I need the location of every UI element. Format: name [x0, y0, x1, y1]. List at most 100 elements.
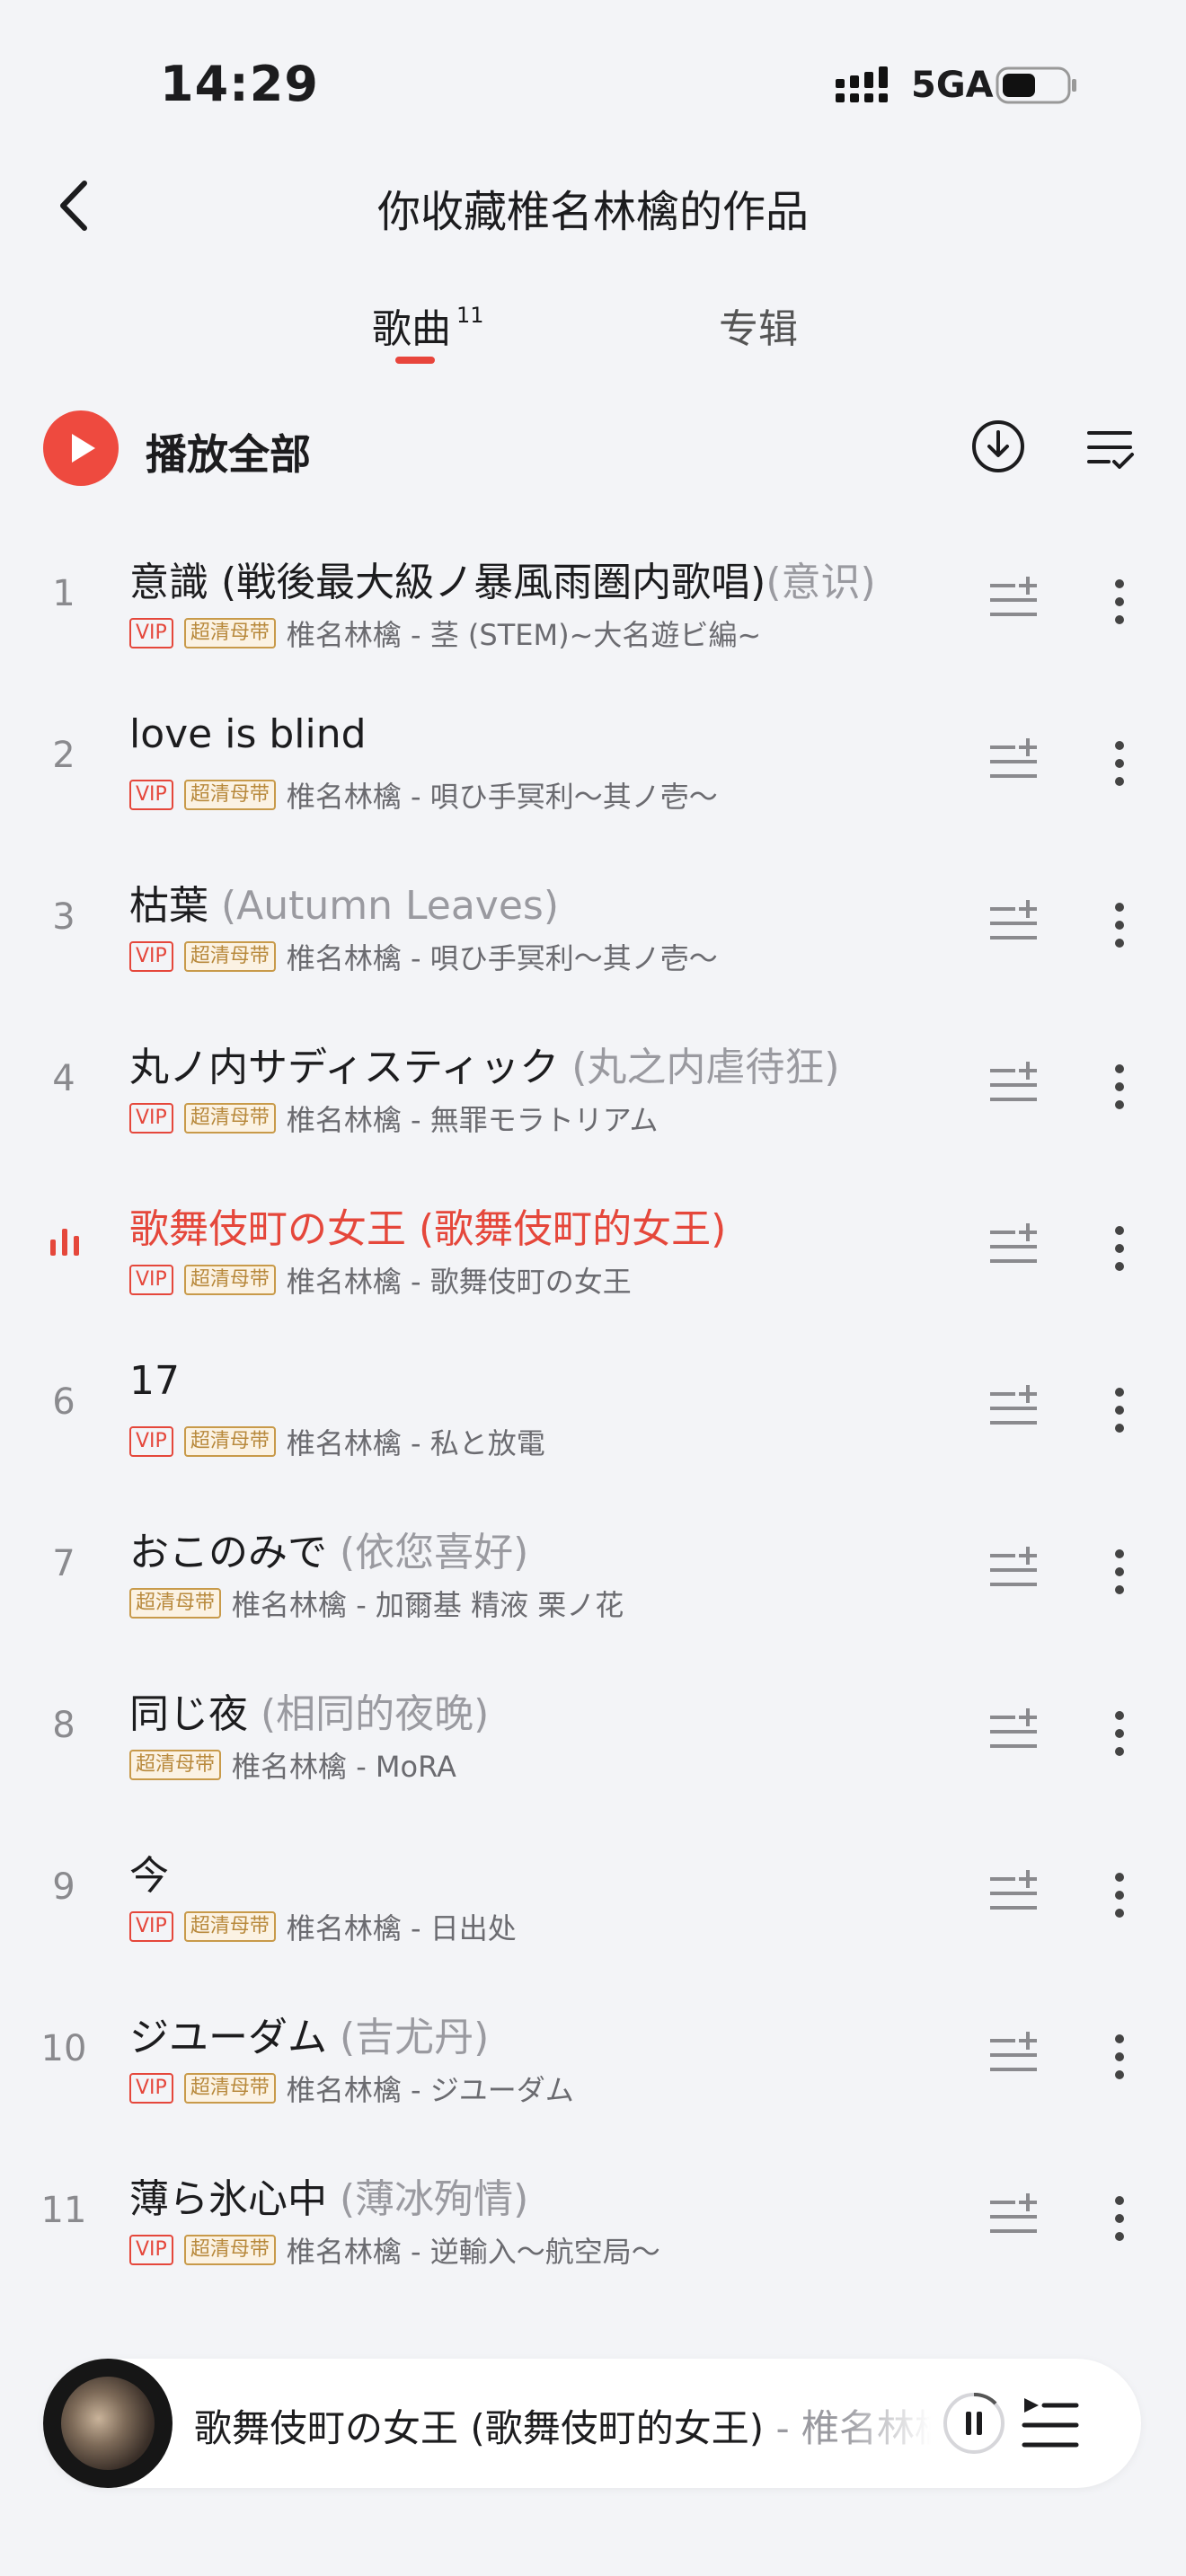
vip-badge: VIP	[129, 941, 173, 972]
hq-badge: 超清母带	[183, 941, 276, 972]
song-row[interactable]: 8 同じ夜 (相同的夜晚) 超清母带 椎名林檎 - MoRA	[0, 1662, 1186, 1823]
more-icon[interactable]	[1112, 900, 1127, 950]
song-title: おこのみで (依您喜好)	[129, 1520, 938, 1577]
song-meta: VIP 超清母带 椎名林檎 - 私と放電	[129, 1421, 545, 1462]
song-meta: VIP 超清母带 椎名林檎 - 唄ひ手冥利～其ノ壱～	[129, 936, 718, 977]
add-to-playlist-icon[interactable]	[988, 1870, 1039, 1917]
more-icon[interactable]	[1112, 1223, 1127, 1274]
song-title-text: 今	[129, 1853, 169, 1899]
add-to-playlist-icon[interactable]	[988, 2032, 1039, 2078]
song-title: 同じ夜 (相同的夜晚)	[129, 1681, 938, 1739]
song-title: 今	[129, 1843, 938, 1901]
song-row[interactable]: 2 love is blind VIP 超清母带 椎名林檎 - 唄ひ手冥利～其ノ壱～	[0, 692, 1186, 853]
song-row[interactable]: 6 17 VIP 超清母带 椎名林檎 - 私と放電	[0, 1338, 1186, 1500]
tab-albums[interactable]: 专辑	[719, 296, 798, 354]
song-index: 8	[52, 1705, 75, 1746]
hq-badge: 超清母带	[183, 2073, 276, 2104]
song-info: 椎名林檎 - ジユーダム	[286, 2073, 574, 2107]
play-icon	[72, 434, 95, 463]
add-to-playlist-icon[interactable]	[988, 1385, 1039, 1432]
song-info: 椎名林檎 - 無罪モラトリアム	[286, 1103, 659, 1137]
song-meta: VIP 超清母带 椎名林檎 - 唄ひ手冥利～其ノ壱～	[129, 774, 718, 816]
song-row[interactable]: 7 おこのみで (依您喜好) 超清母带 椎名林檎 - 加爾基 精液 栗ノ花	[0, 1500, 1186, 1662]
network-type: 5GA	[911, 65, 994, 106]
song-index: 6	[52, 1381, 75, 1423]
song-title: 枯葉 (Autumn Leaves)	[129, 873, 938, 931]
signal-icon	[836, 66, 888, 102]
song-subtitle: (薄冰殉情)	[340, 2176, 529, 2222]
tab-songs-label: 歌曲	[372, 306, 451, 352]
song-meta: 超清母带 椎名林檎 - 加爾基 精液 栗ノ花	[129, 1583, 624, 1624]
add-to-playlist-icon[interactable]	[988, 1223, 1039, 1270]
song-subtitle: (歌舞伎町的女王)	[419, 1206, 727, 1252]
song-subtitle: (Autumn Leaves)	[221, 883, 559, 929]
song-row[interactable]: 9 今 VIP 超清母带 椎名林檎 - 日出处	[0, 1823, 1186, 1985]
now-playing-artist: - 椎名林檎	[775, 2406, 931, 2450]
song-meta: VIP 超清母带 椎名林檎 - 逆輸入～航空局～	[129, 2229, 660, 2271]
hq-badge: 超清母带	[183, 1103, 276, 1134]
song-meta: VIP 超清母带 椎名林檎 - 歌舞伎町の女王	[129, 1259, 632, 1301]
now-playing-text: 歌舞伎町の女王 (歌舞伎町的女王) - 椎名林檎	[194, 2398, 931, 2453]
playlist-icon[interactable]	[1019, 2393, 1082, 2456]
add-to-playlist-icon[interactable]	[988, 900, 1039, 947]
song-subtitle: (依您喜好)	[340, 1530, 529, 1575]
song-row[interactable]: 10 ジユーダム (吉尤丹) VIP 超清母带 椎名林檎 - ジユーダム	[0, 1985, 1186, 2147]
song-info: 椎名林檎 - 茎 (STEM)~大名遊ビ編~	[286, 618, 762, 652]
song-meta: VIP 超清母带 椎名林檎 - 日出处	[129, 1906, 517, 1947]
vip-badge: VIP	[129, 1103, 173, 1134]
tab-songs[interactable]: 歌曲 11	[372, 296, 484, 354]
more-icon[interactable]	[1112, 1062, 1127, 1112]
add-to-playlist-icon[interactable]	[988, 1062, 1039, 1108]
download-icon[interactable]	[970, 419, 1026, 474]
song-title-text: 薄ら氷心中	[129, 2176, 340, 2222]
play-all-button[interactable]	[43, 410, 119, 486]
more-icon[interactable]	[1112, 577, 1127, 627]
song-meta: VIP 超清母带 椎名林檎 - 無罪モラトリアム	[129, 1098, 658, 1139]
more-icon[interactable]	[1112, 1385, 1127, 1435]
mini-player[interactable]: 歌舞伎町の女王 (歌舞伎町的女王) - 椎名林檎	[43, 2359, 1141, 2488]
song-row[interactable]: 4 丸ノ内サディスティック (丸之内虐待狂) VIP 超清母带 椎名林檎 - 無罪モ…	[0, 1015, 1186, 1177]
song-index: 1	[52, 573, 75, 614]
song-title-text: ジユーダム	[129, 2015, 340, 2060]
vip-badge: VIP	[129, 780, 173, 810]
song-row[interactable]: 3 枯葉 (Autumn Leaves) VIP 超清母带 椎名林檎 - 唄ひ手冥利…	[0, 853, 1186, 1015]
song-meta: VIP 超清母带 椎名林檎 - 茎 (STEM)~大名遊ビ編~	[129, 613, 761, 654]
hq-badge: 超清母带	[183, 780, 276, 810]
add-to-playlist-icon[interactable]	[988, 1547, 1039, 1593]
song-meta: 超清母带 椎名林檎 - MoRA	[129, 1744, 456, 1786]
add-to-playlist-icon[interactable]	[988, 2193, 1039, 2240]
more-icon[interactable]	[1112, 1708, 1127, 1759]
pause-icon[interactable]	[942, 2391, 1006, 2456]
vip-badge: VIP	[129, 618, 173, 648]
add-to-playlist-icon[interactable]	[988, 1708, 1039, 1755]
manage-list-icon[interactable]	[1085, 424, 1136, 474]
add-to-playlist-icon[interactable]	[988, 738, 1039, 785]
more-icon[interactable]	[1112, 1547, 1127, 1597]
song-title-text: 歌舞伎町の女王	[129, 1206, 419, 1252]
song-index: 7	[52, 1543, 75, 1584]
more-icon[interactable]	[1112, 2032, 1127, 2082]
song-subtitle: (相同的夜晚)	[261, 1691, 490, 1737]
more-icon[interactable]	[1112, 1870, 1127, 1920]
song-row-playing[interactable]: 歌舞伎町の女王 (歌舞伎町的女王) VIP 超清母带 椎名林檎 - 歌舞伎町の女王	[0, 1177, 1186, 1338]
more-icon[interactable]	[1112, 2193, 1127, 2244]
hq-badge: 超清母带	[129, 1750, 222, 1780]
song-subtitle: (丸之内虐待狂)	[571, 1045, 840, 1090]
song-title: 17	[129, 1358, 938, 1404]
song-row[interactable]: 1 意識 (戦後最大級ノ暴風雨圏内歌唱)(意识) VIP 超清母带 椎名林檎 - 茎…	[0, 530, 1186, 692]
song-meta: VIP 超清母带 椎名林檎 - ジユーダム	[129, 2068, 574, 2109]
play-all-label[interactable]: 播放全部	[146, 422, 311, 481]
vip-badge: VIP	[129, 2235, 173, 2265]
song-index: 4	[52, 1058, 75, 1099]
add-to-playlist-icon[interactable]	[988, 577, 1039, 623]
hq-badge: 超清母带	[183, 1265, 276, 1295]
song-title-text: love is blind	[129, 711, 367, 757]
status-time: 14:29	[160, 56, 319, 112]
song-row[interactable]: 11 薄ら氷心中 (薄冰殉情) VIP 超清母带 椎名林檎 - 逆輸入～航空局～	[0, 2147, 1186, 2308]
more-icon[interactable]	[1112, 738, 1127, 789]
now-playing-track: 歌舞伎町の女王 (歌舞伎町的女王)	[194, 2406, 765, 2450]
album-art[interactable]	[43, 2359, 173, 2488]
song-title: 丸ノ内サディスティック (丸之内虐待狂)	[129, 1035, 938, 1092]
song-info: 椎名林檎 - 唄ひ手冥利～其ノ壱～	[286, 941, 718, 975]
hq-badge: 超清母带	[183, 1911, 276, 1942]
